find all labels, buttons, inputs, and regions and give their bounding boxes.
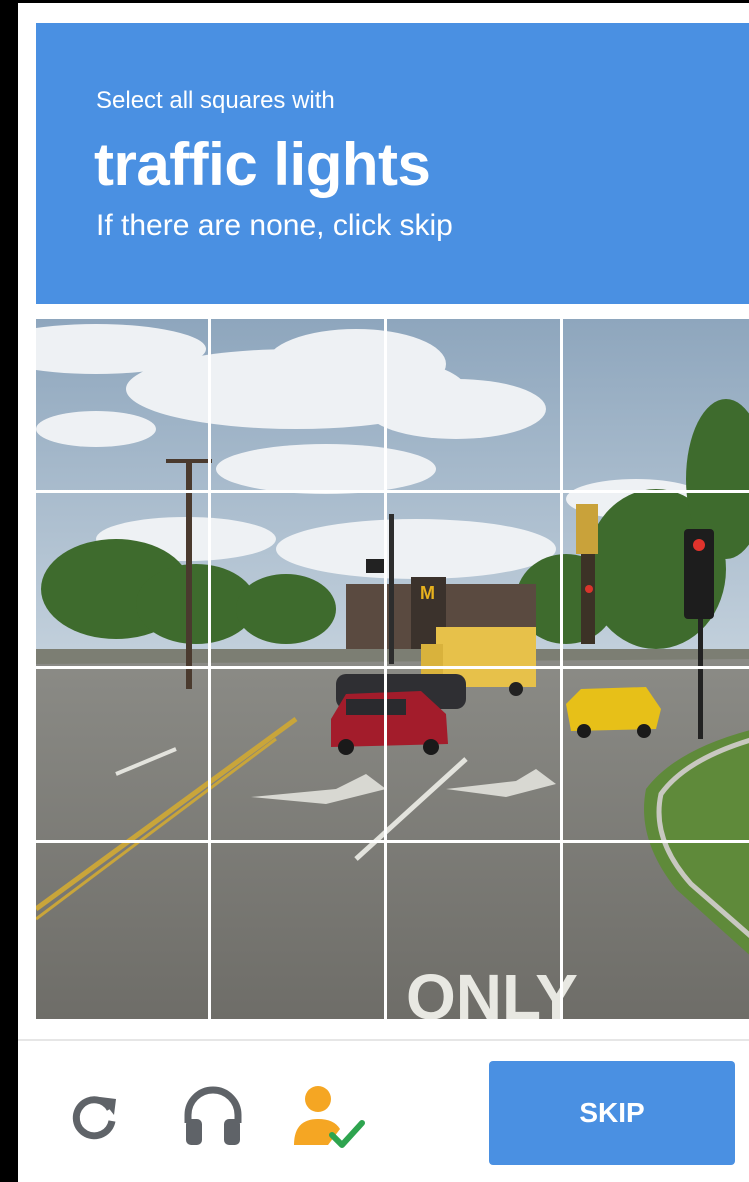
target-object: traffic lights (94, 131, 431, 198)
headphones-icon (184, 1086, 242, 1145)
grid-tile[interactable] (36, 843, 211, 1019)
grid-tile[interactable] (387, 493, 563, 669)
grid-tile[interactable] (211, 669, 387, 843)
info-button[interactable] (290, 1083, 370, 1153)
reload-icon (72, 1096, 116, 1140)
tile-grid (36, 319, 749, 1019)
captcha-frame: Select all squares with traffic lights I… (18, 3, 749, 1182)
grid-tile[interactable] (563, 493, 749, 669)
grid-tile[interactable] (211, 843, 387, 1019)
grid-tile[interactable] (387, 319, 563, 493)
reload-button[interactable] (66, 1089, 122, 1145)
image-grid: M ONLY (36, 319, 749, 1019)
footer-divider (18, 1039, 749, 1041)
grid-tile[interactable] (387, 669, 563, 843)
grid-tile[interactable] (36, 319, 211, 493)
audio-challenge-button[interactable] (180, 1083, 246, 1149)
grid-tile[interactable] (563, 843, 749, 1019)
grid-tile[interactable] (36, 493, 211, 669)
grid-tile[interactable] (387, 843, 563, 1019)
person-check-icon (294, 1086, 365, 1148)
instruction-text: Select all squares with (96, 87, 335, 114)
grid-tile[interactable] (211, 493, 387, 669)
grid-tile[interactable] (563, 669, 749, 843)
grid-tile[interactable] (36, 669, 211, 843)
challenge-header: Select all squares with traffic lights I… (36, 23, 749, 304)
grid-tile[interactable] (211, 319, 387, 493)
skip-button[interactable]: SKIP (489, 1061, 735, 1165)
grid-tile[interactable] (563, 319, 749, 493)
skip-hint: If there are none, click skip (96, 209, 453, 242)
